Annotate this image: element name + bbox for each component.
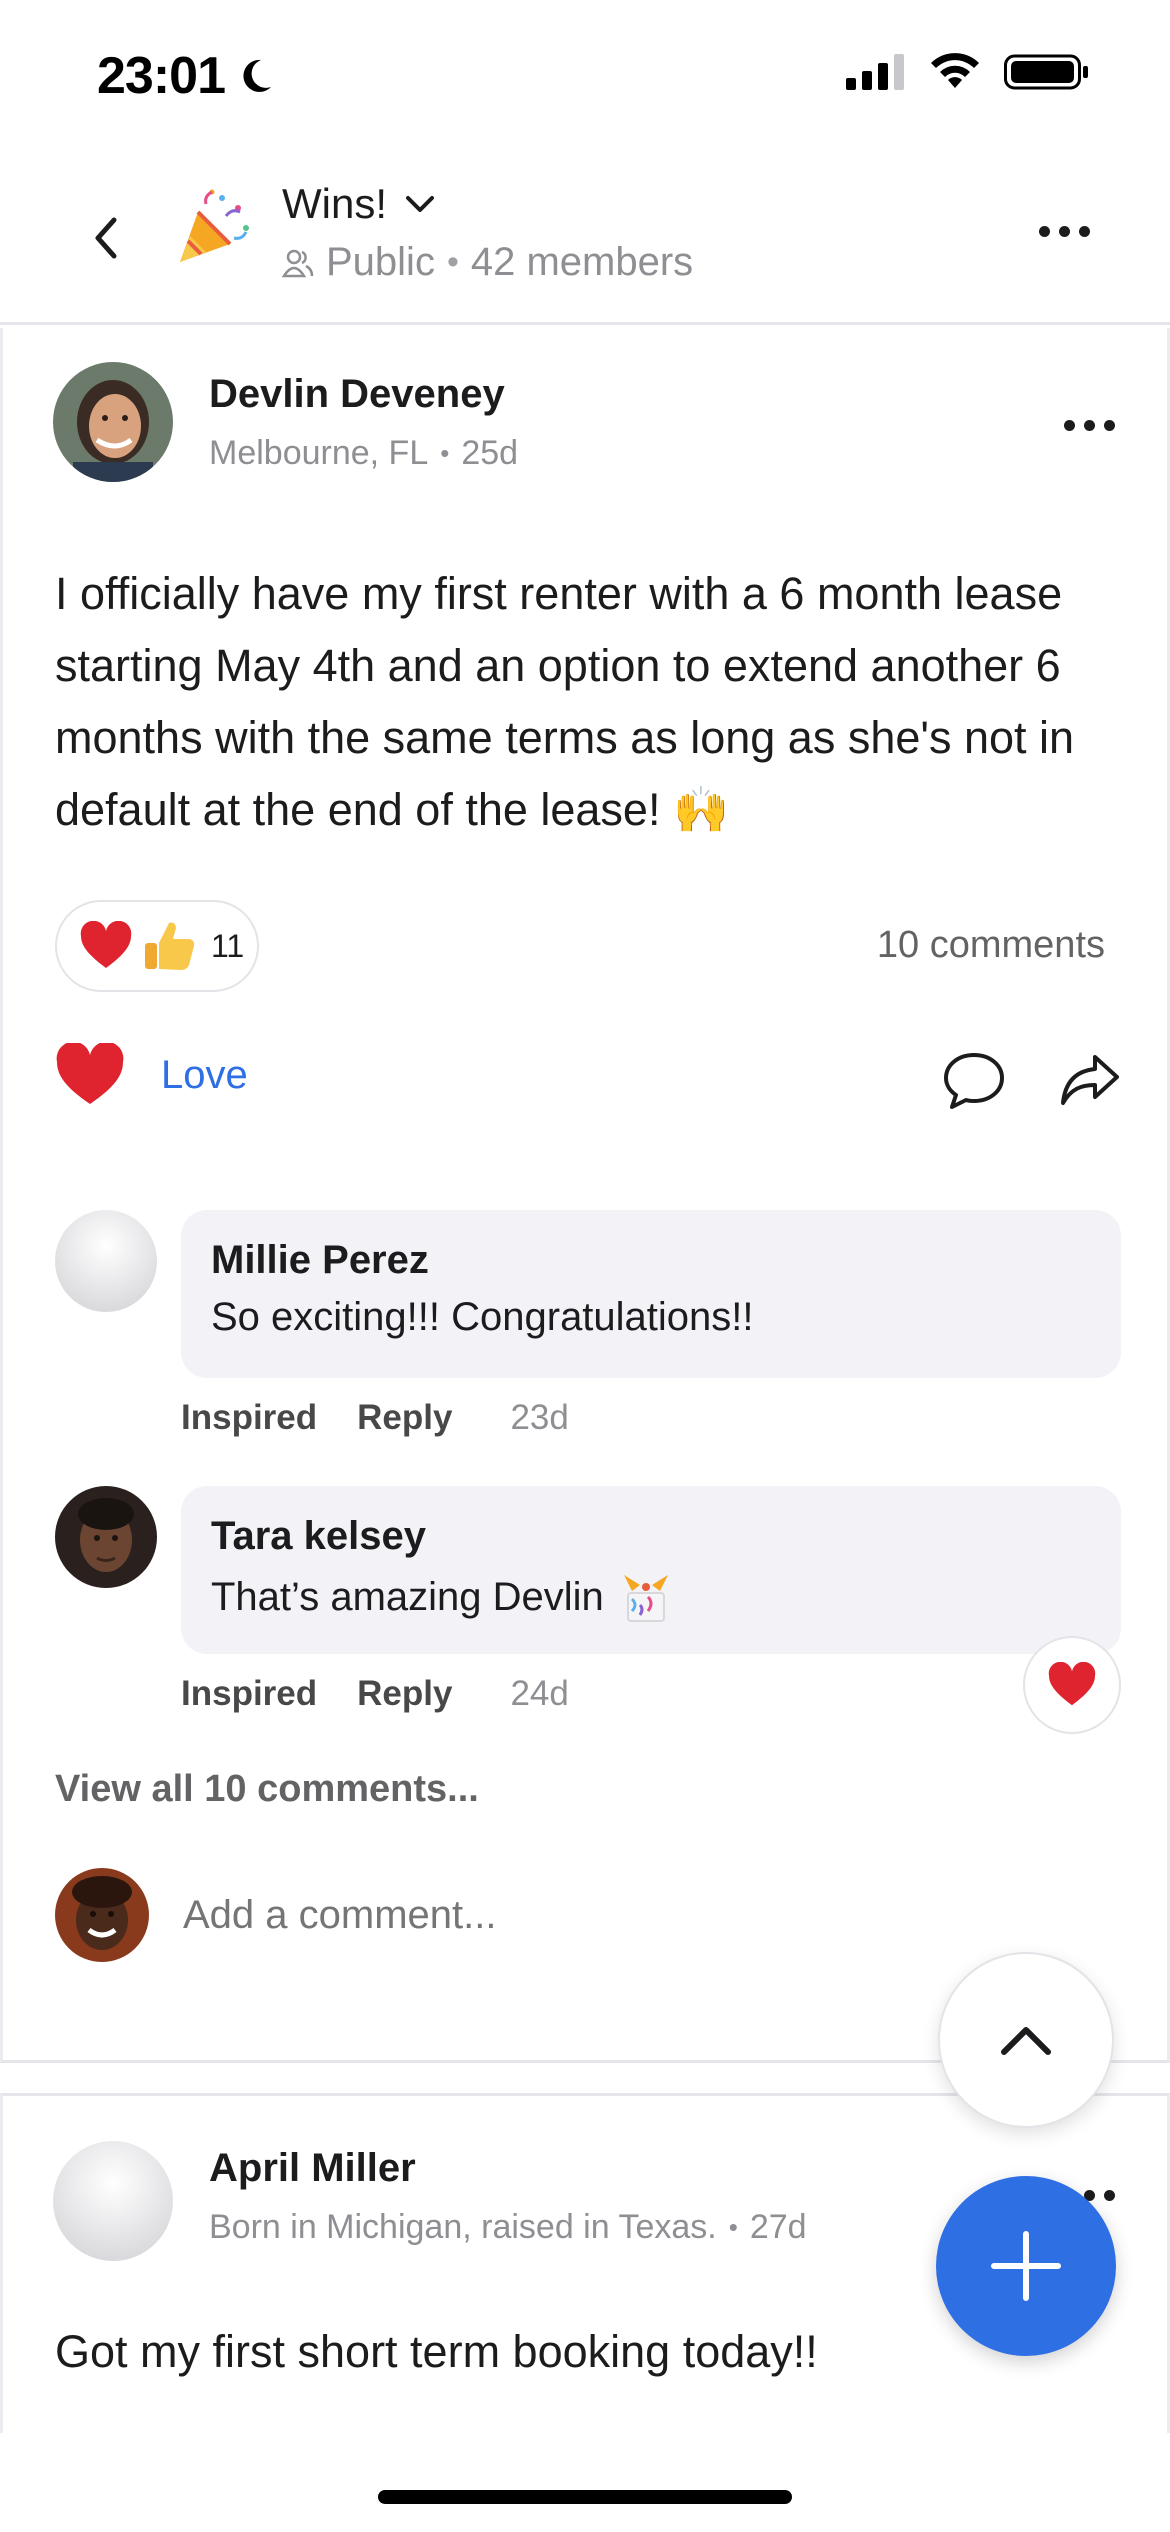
add-comment-row <box>55 1868 783 1962</box>
current-user-avatar <box>55 1868 149 1962</box>
comment-button[interactable] <box>942 1051 1006 1116</box>
header-more-button[interactable] <box>1039 226 1090 237</box>
author-avatar[interactable] <box>53 2141 173 2261</box>
post-actions: Love <box>55 1043 1121 1123</box>
author-location: Melbourne, FL <box>209 434 429 472</box>
dot <box>1079 226 1090 237</box>
comment-text: That’s amazing Devlin <box>211 1571 1091 1623</box>
post-more-button[interactable] <box>1064 420 1115 431</box>
group-visibility: Public <box>326 240 435 284</box>
thumbs-up-icon <box>145 922 195 970</box>
dot <box>1039 226 1050 237</box>
post-body: Got my first short term booking today!! <box>55 2326 818 2377</box>
post-age: 25d <box>461 434 519 472</box>
group-members: 42 members <box>470 240 694 284</box>
back-button[interactable] <box>80 210 130 266</box>
back-chevron-icon <box>95 217 117 259</box>
group-header: Wins! Public • 42 members <box>0 150 1170 325</box>
inspired-button[interactable]: Inspired <box>181 1674 317 1714</box>
group-title-dropdown[interactable]: Wins! <box>282 180 435 228</box>
clock: 23:01 <box>97 47 226 105</box>
comments-count[interactable]: 10 comments <box>877 924 1105 967</box>
battery-icon <box>1004 54 1088 90</box>
reaction-count: 11 <box>211 927 245 964</box>
group-title: Wins! <box>282 180 387 227</box>
author-name[interactable]: April Miller <box>209 2146 416 2191</box>
people-icon <box>282 249 314 277</box>
status-icons <box>846 52 1090 92</box>
post-age: 27d <box>749 2208 807 2246</box>
comment-bubble-icon <box>944 1053 1004 1109</box>
post-card: Devlin Deveney Melbourne, FL • 25d I off… <box>0 328 1170 2063</box>
moon-icon <box>243 59 271 92</box>
commenter-avatar[interactable] <box>55 1210 157 1312</box>
heart-icon <box>56 1043 124 1104</box>
dot <box>1104 2190 1115 2201</box>
view-all-comments-link[interactable]: View all 10 comments... <box>55 1768 479 1811</box>
status-time: 23:01 <box>97 46 275 106</box>
reply-button[interactable]: Reply <box>357 1398 452 1438</box>
comment-actions: Inspired Reply 24d <box>181 1674 569 1714</box>
heart-icon <box>80 921 132 968</box>
group-meta: Public • 42 members <box>282 240 693 285</box>
dot <box>1064 420 1075 431</box>
party-popper-icon <box>176 186 256 266</box>
share-button[interactable] <box>1059 1051 1121 1114</box>
reactions-summary[interactable]: 11 <box>55 900 259 992</box>
wifi-icon <box>931 53 979 88</box>
confetti-gift-icon <box>623 1575 668 1622</box>
dot <box>1084 420 1095 431</box>
author-name[interactable]: Devlin Deveney <box>209 372 505 417</box>
author-meta: Born in Michigan, raised in Texas. • 27d <box>209 2208 807 2247</box>
create-post-button[interactable] <box>936 2176 1116 2356</box>
comment-reaction-badge[interactable] <box>1023 1636 1121 1734</box>
dot <box>1059 226 1070 237</box>
inspired-button[interactable]: Inspired <box>181 1398 317 1438</box>
love-button[interactable]: Love <box>55 1043 248 1107</box>
author-bio: Born in Michigan, raised in Texas. <box>209 2208 717 2246</box>
home-indicator <box>378 2490 792 2504</box>
scroll-to-top-button[interactable] <box>938 1952 1114 2128</box>
signal-icon <box>846 54 904 90</box>
chevron-down-icon <box>406 196 434 212</box>
comment-bubble: Millie Perez So exciting!!! Congratulati… <box>181 1210 1121 1378</box>
add-comment-input[interactable] <box>183 1892 783 1938</box>
heart-icon <box>1048 1662 1096 1706</box>
comment-bubble: Tara kelsey That’s amazing Devlin <box>181 1486 1121 1654</box>
author-avatar[interactable] <box>53 362 173 482</box>
separator-dot: • <box>440 438 450 468</box>
comment-text-content: That’s amazing Devlin <box>211 1574 604 1619</box>
status-bar: 23:01 <box>0 0 1170 150</box>
comment-text-content: So exciting!!! Congratulations!! <box>211 1295 754 1339</box>
commenter-avatar[interactable] <box>55 1486 157 1588</box>
plus-icon <box>991 2231 1061 2301</box>
commenter-name[interactable]: Millie Perez <box>211 1238 1091 1283</box>
separator-dot: • <box>728 2212 738 2242</box>
chevron-up-icon <box>1001 2027 1051 2055</box>
dot <box>1104 420 1115 431</box>
comment-time: 23d <box>510 1398 569 1437</box>
post-body: I officially have my first renter with a… <box>55 568 1075 835</box>
author-meta: Melbourne, FL • 25d <box>209 434 518 473</box>
comment-actions: Inspired Reply 23d <box>181 1398 569 1438</box>
separator-dot: • <box>446 243 459 281</box>
commenter-name[interactable]: Tara kelsey <box>211 1514 1091 1559</box>
comment-time: 24d <box>510 1674 569 1713</box>
comment-text: So exciting!!! Congratulations!! <box>211 1295 1091 1340</box>
reply-button[interactable]: Reply <box>357 1674 452 1714</box>
share-arrow-icon <box>1061 1055 1119 1105</box>
love-label: Love <box>161 1052 248 1097</box>
